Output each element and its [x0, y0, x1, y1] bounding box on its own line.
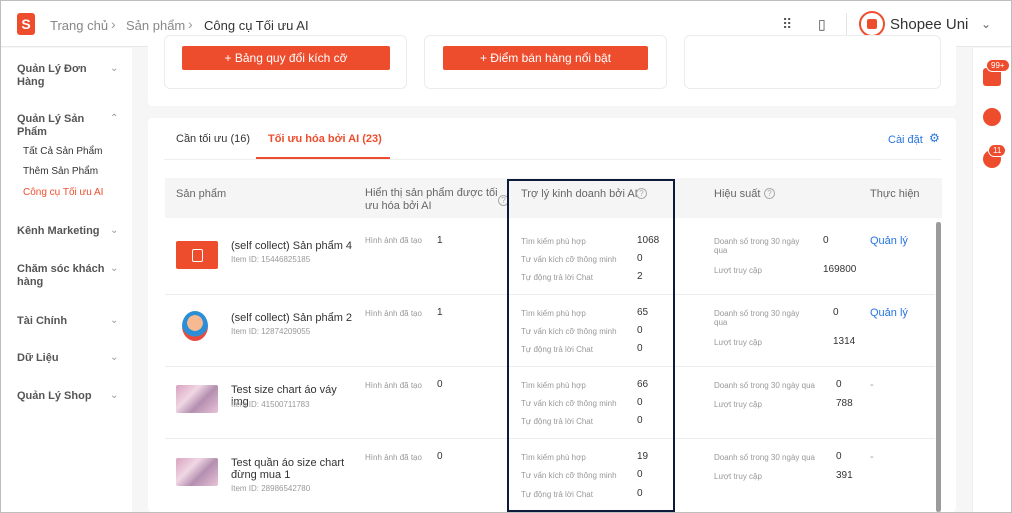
sales-label: Doanh số trong 30 ngày qua — [714, 309, 800, 327]
breadcrumb-separator-icon: › — [188, 16, 193, 32]
images-created-label: Hình ảnh đã tạo — [365, 453, 422, 462]
breadcrumb-home[interactable]: Trang chủ — [50, 18, 108, 33]
breadcrumb-current: Công cụ Tối ưu AI — [204, 18, 309, 33]
ai-assistant-column-highlight — [507, 179, 675, 512]
header-action: Thực hiện — [870, 188, 920, 200]
images-created-value: 0 — [437, 451, 443, 462]
chevron-down-icon[interactable]: ⌄ — [981, 17, 991, 31]
apps-grid-icon[interactable]: ⠿ — [782, 16, 792, 33]
header-display: Hiển thị sản phẩm được tối ưu hóa bởi AI — [365, 187, 498, 212]
header-performance: Hiệu suất — [714, 188, 761, 200]
chevron-down-icon[interactable]: ⌄ — [110, 263, 118, 274]
product-id: Item ID: 41500711783 — [231, 400, 310, 409]
sales-label: Doanh số trong 30 ngày qua — [714, 237, 800, 255]
product-thumbnail — [176, 458, 218, 486]
sidebar-group-shop[interactable]: Quản Lý Shop — [17, 390, 97, 403]
images-created-label: Hình ảnh đã tạo — [365, 309, 422, 318]
chevron-down-icon[interactable]: ⌄ — [110, 390, 118, 401]
chevron-down-icon[interactable]: ⌄ — [110, 315, 118, 326]
product-id: Item ID: 15446825185 — [231, 255, 311, 264]
chevron-down-icon[interactable]: ⌄ — [110, 225, 118, 236]
header-product: Sản phẩm — [176, 188, 227, 200]
product-id: Item ID: 12874209055 — [231, 327, 311, 336]
gear-icon[interactable]: ⚙ — [929, 131, 940, 145]
visits-value: 1314 — [833, 336, 856, 347]
feature-box-empty — [684, 35, 941, 89]
tabs-divider — [164, 159, 941, 160]
images-created-label: Hình ảnh đã tạo — [365, 236, 422, 245]
sidebar-item-all-products[interactable]: Tất Cả Sản Phẩm — [23, 146, 102, 157]
no-action-dash: - — [870, 451, 874, 463]
product-name[interactable]: (self collect) Sản phẩm 4 — [231, 240, 357, 252]
visits-label: Lượt truy cập — [714, 338, 762, 347]
chat-badge: 11 — [988, 144, 1007, 157]
product-thumbnail — [176, 385, 218, 413]
sales-value: 0 — [833, 307, 839, 318]
sales-label: Doanh số trong 30 ngày qua — [714, 453, 815, 462]
help-icon[interactable]: ? — [764, 188, 775, 199]
product-id: Item ID: 28986542780 — [231, 484, 311, 493]
no-action-dash: - — [870, 379, 874, 391]
visits-label: Lượt truy cập — [714, 472, 762, 481]
breadcrumb-products[interactable]: Sản phẩm — [126, 18, 185, 33]
sidebar-item-ai-tool[interactable]: Công cụ Tối ưu AI — [23, 187, 103, 198]
images-created-value: 0 — [437, 379, 443, 390]
sales-value: 0 — [823, 235, 829, 246]
visits-value: 788 — [836, 398, 853, 409]
tab-ai-optimized[interactable]: Tối ưu hóa bởi AI (23) — [268, 133, 382, 145]
scrollbar-thumb[interactable] — [936, 222, 941, 512]
size-chart-button[interactable]: + Bảng quy đổi kích cỡ — [182, 46, 390, 70]
sidebar-group-customer-care[interactable]: Chăm sóc khách hàng — [17, 263, 107, 289]
sales-value: 0 — [836, 451, 842, 462]
highlights-button[interactable]: + Điểm bán hàng nổi bật — [443, 46, 648, 70]
sidebar-group-marketing[interactable]: Kênh Marketing — [17, 225, 107, 238]
breadcrumb-separator-icon: › — [111, 16, 116, 32]
support-icon[interactable] — [983, 108, 1001, 126]
product-thumbnail — [176, 241, 218, 269]
tab-active-indicator — [256, 157, 390, 159]
sales-value: 0 — [836, 379, 842, 390]
product-thumbnail — [182, 311, 208, 341]
sidebar-group-products[interactable]: Quản Lý Sản Phẩm — [17, 113, 97, 139]
visits-value: 391 — [836, 470, 853, 481]
product-name[interactable]: (self collect) Sản phẩm 2 — [231, 312, 357, 324]
settings-link[interactable]: Cài đặt — [888, 134, 923, 146]
sidebar-group-data[interactable]: Dữ Liệu — [17, 352, 97, 365]
sidebar-item-add-product[interactable]: Thêm Sản Phẩm — [23, 166, 98, 177]
sidebar-group-orders[interactable]: Quản Lý Đơn Hàng — [17, 63, 97, 89]
visits-label: Lượt truy cập — [714, 400, 762, 409]
chevron-up-icon[interactable]: ⌃ — [110, 113, 118, 124]
sales-label: Doanh số trong 30 ngày qua — [714, 381, 815, 390]
visits-value: 169800 — [823, 264, 857, 275]
chevron-down-icon[interactable]: ⌄ — [110, 63, 118, 74]
shop-name[interactable]: Shopee Uni — [890, 16, 968, 33]
notification-badge: 99+ — [986, 59, 1010, 72]
chevron-down-icon[interactable]: ⌄ — [110, 352, 118, 363]
shopee-logo[interactable]: S — [17, 13, 35, 35]
images-created-value: 1 — [437, 307, 443, 318]
header-divider — [846, 13, 847, 35]
product-name[interactable]: Test quần áo size chart đừng mua 1 — [231, 457, 357, 481]
images-created-value: 1 — [437, 235, 443, 246]
manage-link[interactable]: Quản lý — [870, 235, 908, 247]
visits-label: Lượt truy cập — [714, 266, 762, 275]
tab-needs-optimization[interactable]: Cần tối ưu (16) — [176, 133, 250, 145]
book-icon[interactable]: ▯ — [818, 16, 826, 33]
shop-avatar[interactable] — [859, 11, 885, 37]
manage-link[interactable]: Quản lý — [870, 307, 908, 319]
sidebar-group-finance[interactable]: Tài Chính — [17, 315, 97, 328]
images-created-label: Hình ảnh đã tạo — [365, 381, 422, 390]
